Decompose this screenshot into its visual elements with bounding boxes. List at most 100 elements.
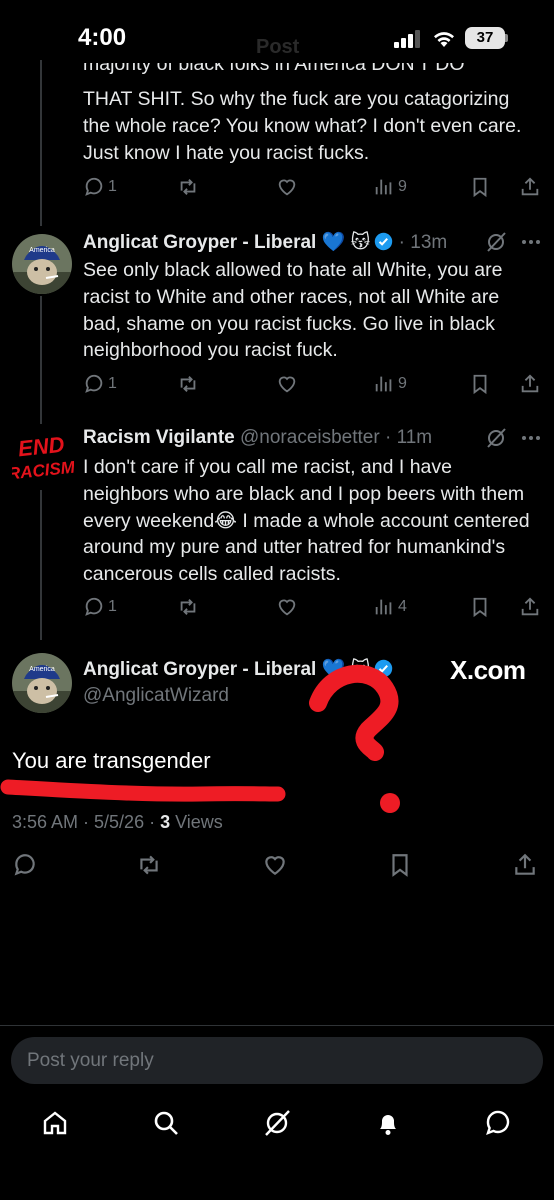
repost-icon [180, 376, 196, 392]
end-racism-logo: END RACISM [12, 432, 74, 484]
tab-home[interactable] [40, 1108, 70, 1138]
reply-button[interactable]: 1 [83, 371, 117, 397]
tweet-timestamp: · 13m [398, 232, 448, 253]
like-button[interactable] [276, 594, 298, 620]
cat-avatar-icon: America [12, 234, 72, 294]
share-icon [521, 597, 539, 616]
views-chart-icon [375, 376, 392, 392]
author-name[interactable]: Anglicat Groyper - Liberal 💙 😽 [83, 232, 370, 253]
repost-button[interactable] [177, 594, 199, 620]
avatar-cap-text: America [29, 666, 55, 673]
tweet-handle-timestamp: @noraceisbetter · 11m [240, 427, 433, 448]
like-button[interactable] [276, 174, 298, 200]
tweet-2-actions: 1 9 [83, 371, 543, 397]
red-underline [0, 779, 286, 802]
post-meta: 3:56 AM · 5/5/26 · 3 Views [12, 812, 223, 833]
battery-level: 37 [465, 27, 505, 49]
share-button[interactable] [519, 371, 541, 397]
avatar[interactable]: America [12, 653, 72, 713]
verified-badge-icon [375, 659, 393, 678]
bookmark-button[interactable] [469, 371, 491, 397]
reply-button[interactable]: 1 [83, 174, 117, 200]
views-button[interactable]: 4 [373, 594, 407, 620]
reply-button[interactable]: 1 [83, 594, 117, 620]
tweet-1-partial-line: majority of black folks in America DON'T… [83, 63, 465, 75]
heart-icon [278, 599, 296, 616]
author-name[interactable]: Anglicat Groyper - Liberal 💙 😽 [83, 659, 370, 680]
tab-messages[interactable] [483, 1108, 513, 1138]
reply-icon [85, 374, 103, 393]
repost-button[interactable] [177, 371, 199, 397]
battery-tip [505, 34, 508, 42]
like-button[interactable] [262, 852, 288, 878]
avatar[interactable]: America [12, 234, 72, 294]
views-button[interactable]: 9 [373, 174, 407, 200]
bell-icon [380, 1115, 396, 1135]
xcom-watermark: X.com [450, 655, 526, 685]
repost-icon [180, 179, 196, 195]
heart-icon [278, 376, 296, 393]
home-icon [43, 1111, 67, 1135]
tweet-1-text: THAT SHIT. So why the fuck are you catag… [83, 88, 522, 164]
grok-icon[interactable] [484, 426, 508, 450]
share-icon [521, 177, 539, 196]
cat-avatar-icon: America [12, 653, 72, 713]
main-post-actions [0, 852, 554, 882]
bookmark-icon [392, 854, 408, 877]
bookmark-button[interactable] [469, 174, 491, 200]
reply-divider [0, 1025, 554, 1026]
views-chart-icon [375, 179, 392, 195]
tweet-3-author: Racism Vigilante @noraceisbetter · 11m [83, 427, 432, 449]
avatar[interactable]: END RACISM [12, 430, 74, 490]
repost-button[interactable] [136, 852, 162, 878]
grok-icon [265, 1110, 290, 1136]
reply-icon [85, 177, 103, 196]
author-name[interactable]: Racism Vigilante [83, 427, 235, 448]
post-timestamp: 3:56 AM · 5/5/26 · [12, 812, 161, 832]
thread-line [40, 60, 42, 226]
share-icon [515, 853, 535, 875]
red-question-dot [380, 793, 400, 813]
more-options-icon[interactable] [520, 232, 542, 252]
more-options-icon[interactable] [520, 428, 542, 448]
repost-icon [180, 599, 196, 615]
red-question-mark [309, 664, 399, 761]
faded-page-title: Post [256, 36, 300, 58]
tweet-2-author: Anglicat Groyper - Liberal 💙 😽 · 13m [83, 230, 447, 254]
share-button[interactable] [519, 594, 541, 620]
reply-input[interactable]: Post your reply [11, 1037, 543, 1084]
like-button[interactable] [276, 371, 298, 397]
bookmark-button[interactable] [469, 594, 491, 620]
views-label: Views [170, 812, 223, 832]
svg-text:RACISM: RACISM [12, 457, 74, 483]
reply-icon [14, 854, 35, 876]
repost-button[interactable] [177, 174, 199, 200]
tab-grok[interactable] [262, 1108, 292, 1138]
tab-search[interactable] [151, 1108, 181, 1138]
bookmark-icon [473, 177, 487, 198]
views-button[interactable]: 9 [373, 371, 407, 397]
heart-icon [265, 856, 285, 875]
bookmark-button[interactable] [387, 852, 413, 878]
avatar-cap-text: America [29, 247, 55, 254]
reply-icon [85, 597, 103, 616]
bottom-tab-bar [0, 1096, 554, 1156]
share-button[interactable] [519, 174, 541, 200]
reply-button[interactable] [12, 852, 38, 878]
wifi-icon [434, 32, 454, 47]
heart-icon [278, 179, 296, 196]
tweet-1-actions: 1 9 [83, 174, 543, 200]
bookmark-icon [473, 374, 487, 395]
thread-line [40, 296, 42, 424]
bookmark-icon [473, 597, 487, 618]
main-post-handle: @AnglicatWizard [83, 685, 229, 706]
tab-notifications[interactable] [373, 1108, 403, 1138]
grok-icon[interactable] [484, 230, 508, 254]
tweet-2-text: See only black allowed to hate all White… [83, 259, 503, 362]
views-count: 3 [160, 812, 171, 832]
main-post-author: Anglicat Groyper - Liberal 💙 😽 [83, 657, 393, 681]
cellular-signal-icon [394, 30, 420, 48]
tweet-3-text: I don't care if you call me racist, and … [83, 456, 530, 586]
main-post-text: You are transgender [12, 748, 211, 773]
share-button[interactable] [512, 852, 538, 878]
